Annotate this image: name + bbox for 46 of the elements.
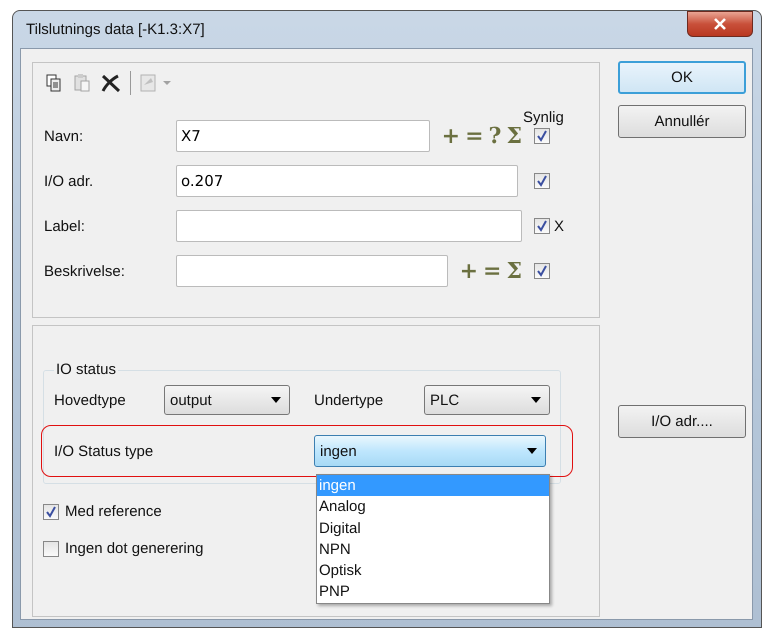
dropdown[interactable]: PLC (424, 385, 550, 415)
dropdown-option[interactable]: Optisk (317, 560, 549, 582)
dialog-button[interactable]: Annullér (618, 105, 746, 138)
action-glyph[interactable]: Σ (506, 258, 522, 284)
checkbox[interactable] (43, 540, 59, 556)
checkbox[interactable] (43, 504, 59, 520)
delete-icon[interactable] (100, 73, 122, 93)
dropdown-option[interactable]: Analog (317, 496, 549, 518)
dropdown[interactable]: ingen (314, 435, 546, 467)
field-label: I/O adr. (44, 172, 94, 190)
action-glyph[interactable]: ? (488, 123, 502, 149)
field-label: Undertype (314, 392, 384, 408)
dialog-button[interactable]: OK (618, 61, 746, 94)
action-glyph[interactable]: Σ (506, 123, 522, 149)
visible-column-header: Synlig (523, 109, 564, 126)
dropdown-arrow-icon (531, 397, 541, 403)
action-glyph[interactable]: = (465, 123, 484, 149)
checkbox-label: Med reference (65, 503, 162, 520)
text-field[interactable]: X7 (176, 120, 430, 152)
checkbox-label: Ingen dot generering (65, 540, 204, 557)
dropdown-arrow-icon (527, 448, 537, 454)
visible-checkbox[interactable] (534, 173, 550, 189)
action-glyph[interactable]: + (460, 258, 478, 284)
field-label: I/O Status type (54, 442, 154, 460)
dropdown[interactable]: output (164, 385, 290, 415)
action-glyph[interactable]: = (483, 258, 502, 284)
field-label: Label: (44, 218, 86, 234)
visible-checkbox[interactable] (534, 218, 550, 234)
visible-checkbox[interactable] (534, 128, 550, 144)
field-label: Beskrivelse: (44, 262, 126, 280)
text-field[interactable] (176, 255, 448, 287)
close-icon (713, 18, 727, 30)
dropdown-option[interactable]: NPN (317, 538, 549, 560)
visible-checkbox[interactable] (534, 263, 550, 279)
suffix-text: X (554, 218, 564, 234)
field-label: Hovedtype (54, 392, 127, 408)
io-address-button[interactable]: I/O adr.... (618, 405, 746, 438)
action-glyph[interactable]: + (442, 123, 460, 149)
text-field[interactable] (176, 210, 522, 242)
dropdown-arrow-icon (271, 397, 281, 403)
dropdown-option[interactable]: PNP (317, 581, 549, 603)
field-label: Navn: (44, 128, 84, 144)
window-title: Tilslutnings data [-K1.3:X7] (26, 21, 205, 38)
text-field[interactable]: o.207 (176, 165, 518, 197)
dropdown-option[interactable]: Digital (317, 518, 549, 539)
close-button[interactable] (687, 11, 753, 37)
